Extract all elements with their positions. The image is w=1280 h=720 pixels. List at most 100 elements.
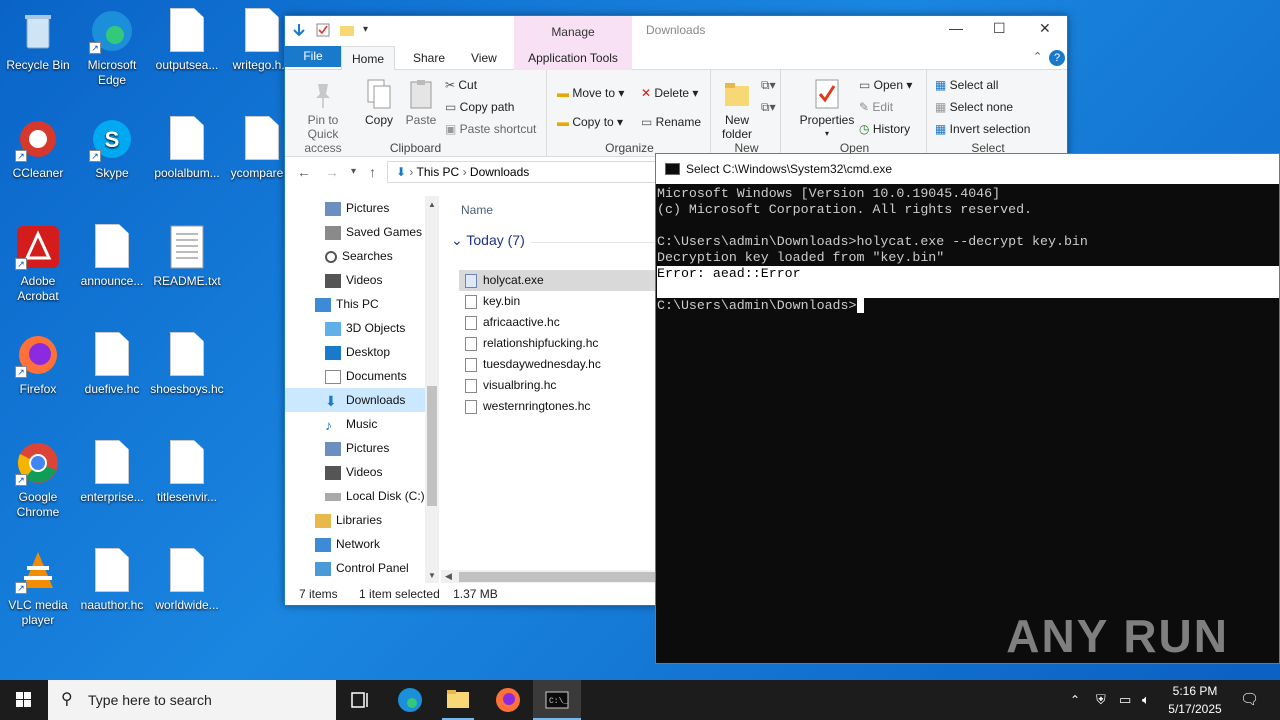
nav-item-network[interactable]: Network — [285, 532, 425, 556]
desktop-icon-ccleaner[interactable]: ↗ CCleaner — [0, 116, 76, 181]
console-output[interactable]: Microsoft Windows [Version 10.0.19045.40… — [656, 184, 1279, 314]
desktop-icon-adobe-acrobat[interactable]: ↗ Adobe Acrobat — [0, 224, 76, 304]
select-none-button[interactable]: ▦ Select none — [935, 100, 1013, 114]
forward-arrow-icon[interactable]: → — [325, 164, 339, 180]
desktop-icon-file[interactable]: titlesenvir... — [149, 440, 225, 505]
tab-view[interactable]: View — [461, 46, 507, 70]
desktop-icon-file[interactable]: poolalbum... — [149, 116, 225, 181]
task-view-button[interactable] — [336, 680, 384, 720]
copy-button[interactable]: Copy — [359, 78, 399, 127]
scrollbar-thumb[interactable] — [427, 386, 437, 506]
nav-item-3d-objects[interactable]: 3D Objects — [285, 316, 425, 340]
paste-shortcut-button[interactable]: ▣ Paste shortcut — [445, 122, 536, 136]
easy-access-button[interactable]: ⧉▾ — [761, 100, 776, 114]
volume-icon[interactable]: 🔈︎ — [1142, 680, 1150, 720]
desktop-icon-edge[interactable]: ↗ Microsoft Edge — [74, 8, 150, 88]
file-row[interactable]: westernringtones.hc — [459, 396, 659, 417]
nav-item-local-disk[interactable]: Local Disk (C:) — [285, 484, 425, 508]
nav-item-pictures-2[interactable]: Pictures — [285, 436, 425, 460]
properties-button[interactable]: Properties ▾ — [799, 78, 855, 141]
open-button[interactable]: ▭ Open ▾ — [859, 78, 912, 92]
group-header-today[interactable]: ⌄ Today (7) — [451, 232, 525, 249]
desktop-icon-file[interactable]: shoesboys.hc — [149, 332, 225, 397]
nav-item-videos[interactable]: Videos — [285, 268, 425, 292]
scroll-left-icon[interactable]: ◀ — [445, 571, 452, 582]
properties-icon[interactable] — [315, 22, 331, 38]
move-to-button[interactable]: ▬ Move to ▾ — [557, 86, 624, 100]
desktop-icon-file[interactable]: worldwide... — [149, 548, 225, 613]
taskbar-edge[interactable] — [386, 680, 434, 720]
file-row[interactable]: visualbring.hc — [459, 375, 659, 396]
nav-item-videos-2[interactable]: Videos — [285, 460, 425, 484]
tab-share[interactable]: Share — [403, 46, 455, 70]
scroll-up-icon[interactable]: ▲ — [428, 200, 436, 209]
security-icon[interactable]: ⛨ — [1096, 680, 1106, 720]
taskbar-firefox[interactable] — [484, 680, 532, 720]
scrollbar-thumb[interactable] — [459, 572, 659, 582]
breadcrumb-downloads[interactable]: Downloads — [470, 165, 529, 179]
file-row[interactable]: relationshipfucking.hc — [459, 333, 659, 354]
invert-selection-button[interactable]: ▦ Invert selection — [935, 122, 1030, 136]
paste-button[interactable]: Paste — [401, 78, 441, 127]
nav-item-pictures[interactable]: Pictures — [285, 196, 425, 220]
scroll-down-icon[interactable]: ▼ — [428, 571, 436, 580]
new-item-button[interactable]: ⧉▾ — [761, 78, 776, 92]
copy-to-button[interactable]: ▬ Copy to ▾ — [557, 115, 623, 129]
notifications-icon[interactable]: 🗨︎ — [1240, 680, 1259, 720]
start-button[interactable] — [0, 680, 48, 720]
minimize-button[interactable]: — — [949, 20, 963, 36]
nav-item-saved-games[interactable]: Saved Games — [285, 220, 425, 244]
network-icon[interactable]: ▭ — [1119, 680, 1131, 720]
nav-item-searches[interactable]: Searches — [285, 244, 425, 268]
desktop-icon-readme[interactable]: README.txt — [149, 224, 225, 289]
new-folder-button[interactable]: New folder — [717, 78, 757, 141]
delete-button[interactable]: ✕ Delete ▾ — [641, 86, 698, 100]
navigation-scrollbar[interactable]: ▲ ▼ — [425, 196, 439, 584]
nav-item-this-pc[interactable]: This PC — [285, 292, 425, 316]
desktop-icon-recycle-bin[interactable]: Recycle Bin — [0, 8, 76, 73]
desktop-icon-file[interactable]: naauthor.hc — [74, 548, 150, 613]
desktop-icon-file[interactable]: duefive.hc — [74, 332, 150, 397]
tab-home[interactable]: Home — [341, 46, 396, 71]
taskbar-search-box[interactable]: ⚲ Type here to search — [48, 680, 336, 720]
history-button[interactable]: ◷ History — [859, 122, 910, 136]
file-row[interactable]: holycat.exe — [459, 270, 659, 291]
taskbar-file-explorer[interactable] — [434, 680, 482, 720]
copy-path-button[interactable]: ▭ Copy path — [445, 100, 514, 114]
nav-item-downloads[interactable]: ⬇ Downloads — [285, 388, 425, 412]
taskbar-clock[interactable]: 5:16 PM 5/17/2025 — [1160, 683, 1230, 717]
up-arrow-icon[interactable]: ↑ — [369, 164, 376, 180]
desktop-icon-file[interactable]: enterprise... — [74, 440, 150, 505]
nav-item-documents[interactable]: Documents — [285, 364, 425, 388]
show-hidden-icons[interactable]: ⌃ — [1070, 680, 1080, 720]
file-row[interactable]: tuesdaywednesday.hc — [459, 354, 659, 375]
desktop-icon-skype[interactable]: S ↗ Skype — [74, 116, 150, 181]
downloads-arrow-icon[interactable] — [291, 22, 307, 38]
nav-item-music[interactable]: ♪ Music — [285, 412, 425, 436]
tab-file[interactable]: File — [285, 46, 341, 67]
desktop-icon-google-chrome[interactable]: ↗ Google Chrome — [0, 440, 76, 520]
edit-button[interactable]: ✎ Edit — [859, 100, 893, 114]
maximize-button[interactable]: ☐ — [993, 20, 1006, 37]
collapse-ribbon-icon[interactable]: ⌃ — [1033, 50, 1042, 63]
taskbar-cmd[interactable]: C:\_ — [533, 680, 581, 720]
column-header-name[interactable]: Name — [461, 203, 493, 217]
manage-contextual-tab[interactable]: Manage — [514, 16, 632, 46]
close-button[interactable]: ✕ — [1039, 20, 1051, 37]
back-arrow-icon[interactable]: ← — [297, 164, 311, 180]
file-row[interactable]: africaactive.hc — [459, 312, 659, 333]
nav-item-libraries[interactable]: Libraries — [285, 508, 425, 532]
help-icon[interactable]: ? — [1049, 50, 1065, 66]
tab-application-tools[interactable]: Application Tools — [514, 46, 632, 70]
desktop-icon-file[interactable]: outputsea... — [149, 8, 225, 73]
desktop-icon-firefox[interactable]: ↗ Firefox — [0, 332, 76, 397]
desktop-icon-vlc[interactable]: ↗ VLC media player — [0, 548, 76, 628]
nav-item-desktop[interactable]: Desktop — [285, 340, 425, 364]
select-all-button[interactable]: ▦ Select all — [935, 78, 998, 92]
cmd-titlebar[interactable]: Select C:\Windows\System32\cmd.exe — [656, 154, 1279, 184]
desktop-icon-file[interactable]: announce... — [74, 224, 150, 289]
cut-button[interactable]: ✂ Cut — [445, 78, 477, 92]
nav-item-control-panel[interactable]: Control Panel — [285, 556, 425, 580]
breadcrumb-this-pc[interactable]: This PC — [417, 165, 460, 179]
recent-locations-icon[interactable]: ▾ — [351, 166, 356, 177]
